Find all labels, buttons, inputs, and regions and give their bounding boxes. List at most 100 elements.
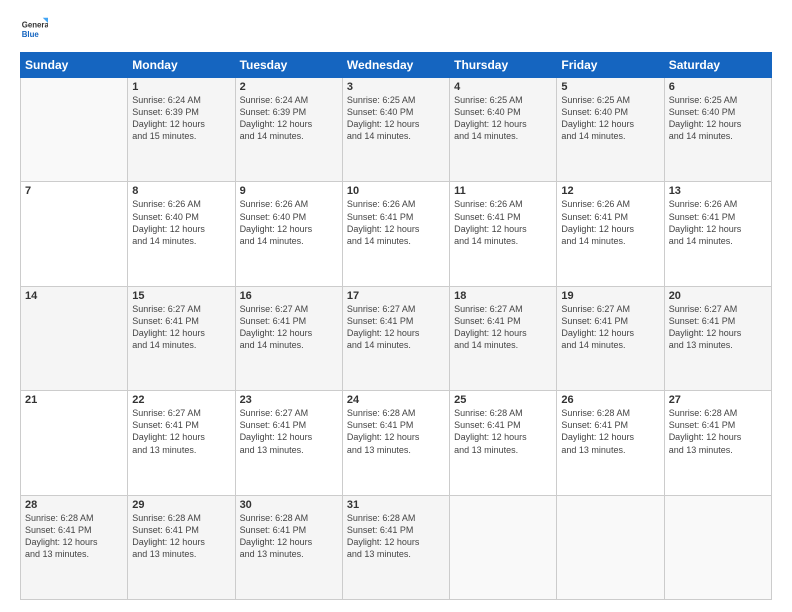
- calendar-cell: 18Sunrise: 6:27 AM Sunset: 6:41 PM Dayli…: [450, 286, 557, 390]
- calendar-cell: 19Sunrise: 6:27 AM Sunset: 6:41 PM Dayli…: [557, 286, 664, 390]
- calendar-cell: 26Sunrise: 6:28 AM Sunset: 6:41 PM Dayli…: [557, 391, 664, 495]
- weekday-header-sunday: Sunday: [21, 53, 128, 78]
- weekday-header-wednesday: Wednesday: [342, 53, 449, 78]
- calendar-cell: 16Sunrise: 6:27 AM Sunset: 6:41 PM Dayli…: [235, 286, 342, 390]
- day-number: 16: [240, 290, 338, 302]
- day-info: Sunrise: 6:26 AM Sunset: 6:40 PM Dayligh…: [132, 198, 230, 247]
- day-info: Sunrise: 6:28 AM Sunset: 6:41 PM Dayligh…: [454, 407, 552, 456]
- calendar-cell: [664, 495, 771, 599]
- day-number: 26: [561, 394, 659, 406]
- day-number: 21: [25, 394, 123, 406]
- day-number: 30: [240, 499, 338, 511]
- day-number: 9: [240, 185, 338, 197]
- weekday-header-thursday: Thursday: [450, 53, 557, 78]
- day-number: 24: [347, 394, 445, 406]
- calendar-cell: 9Sunrise: 6:26 AM Sunset: 6:40 PM Daylig…: [235, 182, 342, 286]
- logo-icon: General Blue: [20, 16, 48, 44]
- day-number: 10: [347, 185, 445, 197]
- day-number: 8: [132, 185, 230, 197]
- svg-text:General: General: [22, 20, 48, 29]
- day-info: Sunrise: 6:26 AM Sunset: 6:41 PM Dayligh…: [454, 198, 552, 247]
- week-row-2: 78Sunrise: 6:26 AM Sunset: 6:40 PM Dayli…: [21, 182, 772, 286]
- calendar-cell: 7: [21, 182, 128, 286]
- day-number: 3: [347, 81, 445, 93]
- day-number: 14: [25, 290, 123, 302]
- calendar-table: SundayMondayTuesdayWednesdayThursdayFrid…: [20, 52, 772, 600]
- day-info: Sunrise: 6:28 AM Sunset: 6:41 PM Dayligh…: [132, 512, 230, 561]
- weekday-header-tuesday: Tuesday: [235, 53, 342, 78]
- day-info: Sunrise: 6:27 AM Sunset: 6:41 PM Dayligh…: [132, 407, 230, 456]
- calendar-cell: 8Sunrise: 6:26 AM Sunset: 6:40 PM Daylig…: [128, 182, 235, 286]
- day-info: Sunrise: 6:28 AM Sunset: 6:41 PM Dayligh…: [347, 512, 445, 561]
- day-number: 20: [669, 290, 767, 302]
- day-info: Sunrise: 6:27 AM Sunset: 6:41 PM Dayligh…: [240, 303, 338, 352]
- day-number: 22: [132, 394, 230, 406]
- day-info: Sunrise: 6:25 AM Sunset: 6:40 PM Dayligh…: [669, 94, 767, 143]
- weekday-header-row: SundayMondayTuesdayWednesdayThursdayFrid…: [21, 53, 772, 78]
- calendar-cell: 20Sunrise: 6:27 AM Sunset: 6:41 PM Dayli…: [664, 286, 771, 390]
- calendar-cell: 14: [21, 286, 128, 390]
- day-info: Sunrise: 6:26 AM Sunset: 6:41 PM Dayligh…: [669, 198, 767, 247]
- day-info: Sunrise: 6:27 AM Sunset: 6:41 PM Dayligh…: [240, 407, 338, 456]
- day-number: 4: [454, 81, 552, 93]
- day-number: 13: [669, 185, 767, 197]
- day-number: 15: [132, 290, 230, 302]
- week-row-4: 2122Sunrise: 6:27 AM Sunset: 6:41 PM Day…: [21, 391, 772, 495]
- calendar-cell: 22Sunrise: 6:27 AM Sunset: 6:41 PM Dayli…: [128, 391, 235, 495]
- day-info: Sunrise: 6:28 AM Sunset: 6:41 PM Dayligh…: [669, 407, 767, 456]
- day-number: 27: [669, 394, 767, 406]
- day-info: Sunrise: 6:25 AM Sunset: 6:40 PM Dayligh…: [454, 94, 552, 143]
- day-info: Sunrise: 6:24 AM Sunset: 6:39 PM Dayligh…: [240, 94, 338, 143]
- page: General Blue SundayMondayTuesdayWednesda…: [0, 0, 792, 612]
- week-row-1: 1Sunrise: 6:24 AM Sunset: 6:39 PM Daylig…: [21, 78, 772, 182]
- day-number: 11: [454, 185, 552, 197]
- day-info: Sunrise: 6:28 AM Sunset: 6:41 PM Dayligh…: [240, 512, 338, 561]
- calendar-cell: 4Sunrise: 6:25 AM Sunset: 6:40 PM Daylig…: [450, 78, 557, 182]
- calendar-cell: 5Sunrise: 6:25 AM Sunset: 6:40 PM Daylig…: [557, 78, 664, 182]
- day-info: Sunrise: 6:25 AM Sunset: 6:40 PM Dayligh…: [561, 94, 659, 143]
- day-info: Sunrise: 6:25 AM Sunset: 6:40 PM Dayligh…: [347, 94, 445, 143]
- calendar-cell: 25Sunrise: 6:28 AM Sunset: 6:41 PM Dayli…: [450, 391, 557, 495]
- calendar-body: 1Sunrise: 6:24 AM Sunset: 6:39 PM Daylig…: [21, 78, 772, 600]
- day-info: Sunrise: 6:27 AM Sunset: 6:41 PM Dayligh…: [347, 303, 445, 352]
- day-number: 23: [240, 394, 338, 406]
- header: General Blue: [20, 16, 772, 44]
- day-info: Sunrise: 6:26 AM Sunset: 6:41 PM Dayligh…: [347, 198, 445, 247]
- svg-text:Blue: Blue: [22, 30, 40, 39]
- day-info: Sunrise: 6:28 AM Sunset: 6:41 PM Dayligh…: [347, 407, 445, 456]
- day-info: Sunrise: 6:28 AM Sunset: 6:41 PM Dayligh…: [25, 512, 123, 561]
- calendar-cell: 17Sunrise: 6:27 AM Sunset: 6:41 PM Dayli…: [342, 286, 449, 390]
- weekday-header-saturday: Saturday: [664, 53, 771, 78]
- calendar-cell: 6Sunrise: 6:25 AM Sunset: 6:40 PM Daylig…: [664, 78, 771, 182]
- day-number: 2: [240, 81, 338, 93]
- day-number: 6: [669, 81, 767, 93]
- logo: General Blue: [20, 16, 52, 44]
- calendar-cell: 2Sunrise: 6:24 AM Sunset: 6:39 PM Daylig…: [235, 78, 342, 182]
- weekday-header-monday: Monday: [128, 53, 235, 78]
- calendar-cell: 28Sunrise: 6:28 AM Sunset: 6:41 PM Dayli…: [21, 495, 128, 599]
- day-number: 25: [454, 394, 552, 406]
- calendar-cell: [557, 495, 664, 599]
- day-number: 1: [132, 81, 230, 93]
- day-number: 19: [561, 290, 659, 302]
- day-number: 29: [132, 499, 230, 511]
- calendar-cell: 31Sunrise: 6:28 AM Sunset: 6:41 PM Dayli…: [342, 495, 449, 599]
- day-info: Sunrise: 6:27 AM Sunset: 6:41 PM Dayligh…: [454, 303, 552, 352]
- day-number: 31: [347, 499, 445, 511]
- day-number: 18: [454, 290, 552, 302]
- calendar-cell: 11Sunrise: 6:26 AM Sunset: 6:41 PM Dayli…: [450, 182, 557, 286]
- day-number: 5: [561, 81, 659, 93]
- calendar-cell: [450, 495, 557, 599]
- day-number: 12: [561, 185, 659, 197]
- day-number: 7: [25, 185, 123, 197]
- calendar-cell: 12Sunrise: 6:26 AM Sunset: 6:41 PM Dayli…: [557, 182, 664, 286]
- calendar-cell: 3Sunrise: 6:25 AM Sunset: 6:40 PM Daylig…: [342, 78, 449, 182]
- calendar-cell: 13Sunrise: 6:26 AM Sunset: 6:41 PM Dayli…: [664, 182, 771, 286]
- day-info: Sunrise: 6:27 AM Sunset: 6:41 PM Dayligh…: [132, 303, 230, 352]
- day-info: Sunrise: 6:28 AM Sunset: 6:41 PM Dayligh…: [561, 407, 659, 456]
- calendar-cell: 10Sunrise: 6:26 AM Sunset: 6:41 PM Dayli…: [342, 182, 449, 286]
- calendar-cell: [21, 78, 128, 182]
- day-info: Sunrise: 6:24 AM Sunset: 6:39 PM Dayligh…: [132, 94, 230, 143]
- day-number: 17: [347, 290, 445, 302]
- day-info: Sunrise: 6:26 AM Sunset: 6:40 PM Dayligh…: [240, 198, 338, 247]
